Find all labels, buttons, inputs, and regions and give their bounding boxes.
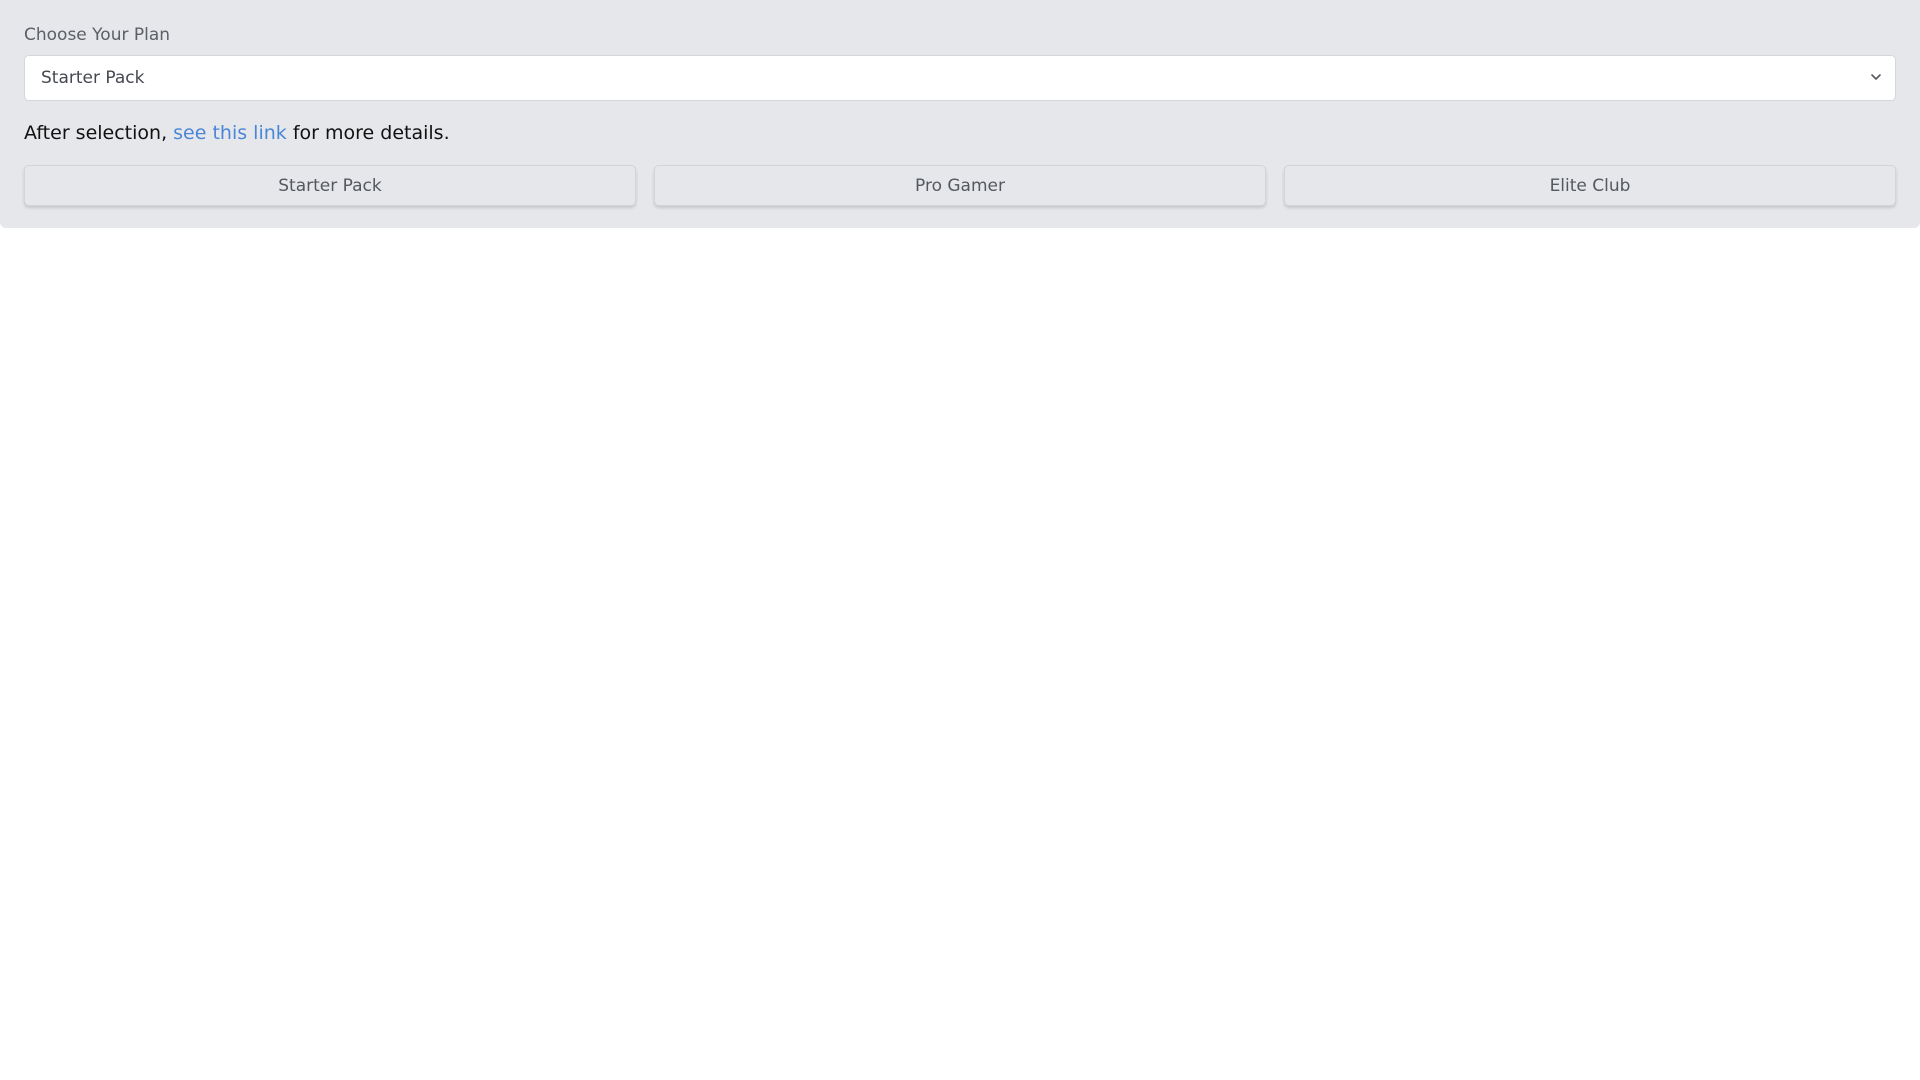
plan-button-starter-pack[interactable]: Starter Pack — [24, 165, 636, 206]
plan-buttons-row: Starter Pack Pro Gamer Elite Club — [24, 165, 1896, 206]
details-link[interactable]: see this link — [173, 122, 287, 144]
plan-select-label: Choose Your Plan — [24, 25, 171, 45]
plan-selection-panel: Choose Your Plan Starter Pack After sele… — [0, 0, 1920, 228]
chevron-down-icon — [1871, 74, 1881, 80]
plan-button-elite-club[interactable]: Elite Club — [1284, 165, 1896, 206]
helper-suffix: for more details. — [292, 122, 450, 144]
plan-button-pro-gamer[interactable]: Pro Gamer — [654, 165, 1266, 206]
plan-select-dropdown[interactable]: Starter Pack — [24, 55, 1896, 101]
plan-select-value: Starter Pack — [41, 68, 145, 88]
helper-prefix: After selection, — [24, 122, 168, 144]
helper-text: After selection, see this link for more … — [24, 121, 1896, 145]
